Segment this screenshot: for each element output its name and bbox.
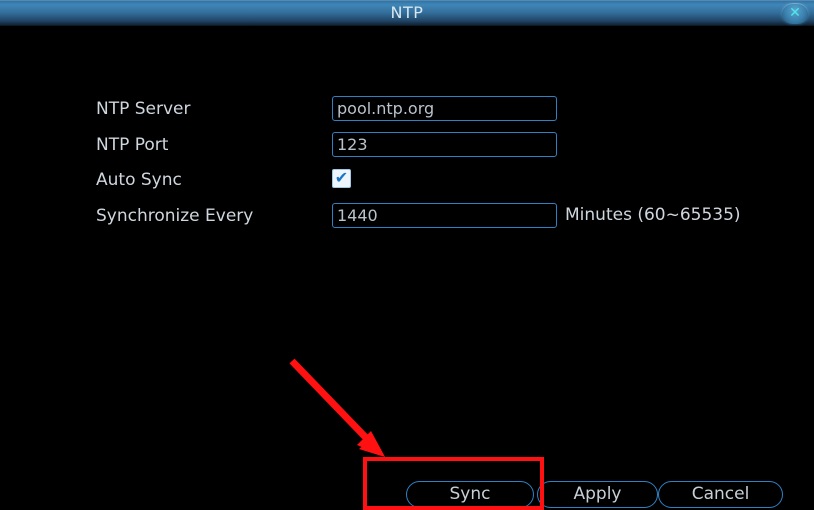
- ntp-dialog-window: NTP ✕ NTP Server NTP Port Auto Sync ✔ Sy…: [0, 0, 814, 510]
- synchronize-every-units: Minutes (60~65535): [565, 205, 741, 225]
- window-title: NTP: [390, 3, 424, 22]
- cancel-button[interactable]: Cancel: [658, 481, 783, 508]
- dialog-button-bar: Sync Apply Cancel: [0, 455, 814, 510]
- ntp-server-input[interactable]: [332, 96, 557, 121]
- ntp-port-input[interactable]: [332, 132, 557, 157]
- apply-button[interactable]: Apply: [537, 481, 658, 508]
- auto-sync-checkbox[interactable]: ✔: [332, 168, 351, 188]
- titlebar: NTP ✕: [0, 0, 814, 26]
- form-row-synchronize-every: Synchronize Every Minutes (60~65535): [0, 203, 814, 229]
- sync-button[interactable]: Sync: [406, 481, 534, 508]
- close-icon: ✕: [789, 5, 801, 21]
- form-row-ntp-port: NTP Port: [0, 132, 814, 158]
- form-row-auto-sync: Auto Sync ✔: [0, 167, 814, 193]
- close-button[interactable]: ✕: [782, 3, 808, 24]
- label-ntp-port: NTP Port: [96, 135, 169, 155]
- checkmark-icon: ✔: [334, 168, 349, 187]
- form-row-ntp-server: NTP Server: [0, 96, 814, 122]
- label-auto-sync: Auto Sync: [96, 170, 182, 190]
- form-area: NTP Server NTP Port Auto Sync ✔ Synchron…: [0, 26, 814, 510]
- label-synchronize-every: Synchronize Every: [96, 206, 254, 226]
- synchronize-every-input[interactable]: [332, 203, 557, 228]
- label-ntp-server: NTP Server: [96, 99, 191, 119]
